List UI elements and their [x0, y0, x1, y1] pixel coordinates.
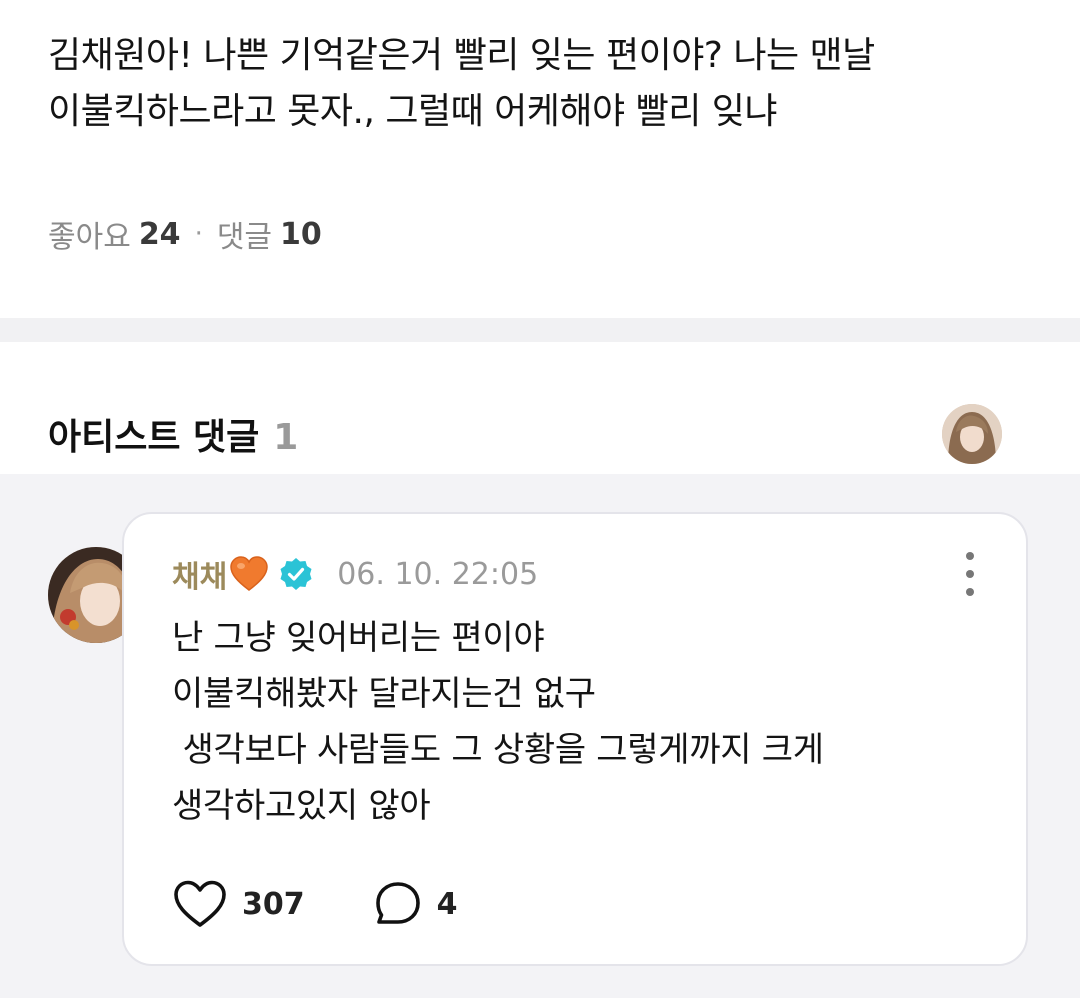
like-count: 307	[242, 886, 305, 922]
heart-outline-icon	[174, 880, 226, 927]
comment-meta: 채채 06. 10. 22:05	[172, 550, 538, 598]
verified-badge-icon	[280, 558, 312, 590]
artist-comments-title-text: 아티스트 댓글	[48, 417, 260, 458]
section-divider	[0, 318, 1080, 342]
reply-button[interactable]: 4	[373, 879, 458, 929]
more-options-button[interactable]	[958, 552, 982, 596]
orange-heart-icon	[230, 556, 268, 591]
post-body: 김채원아! 나쁜 기억같은거 빨리 잊는 편이야? 나는 맨날 이불킥하느라고 …	[48, 35, 875, 132]
artist-avatar-image	[942, 404, 1002, 464]
comment-author-name[interactable]: 채채	[172, 552, 227, 596]
reply-count: 4	[436, 886, 458, 922]
comment-text: 난 그냥 잊어버리는 편이야 이불킥해봤자 달라지는건 없구 생각보다 사람들도…	[172, 618, 824, 826]
likes-count[interactable]: 24	[139, 217, 181, 252]
comments-count[interactable]: 10	[280, 217, 322, 252]
likes-label[interactable]: 좋아요	[48, 212, 131, 256]
post-stats: 좋아요 24 · 댓글 10	[48, 212, 322, 256]
artist-comments-title: 아티스트 댓글 1	[48, 408, 298, 460]
like-button[interactable]: 307	[172, 879, 305, 929]
comment-timestamp: 06. 10. 22:05	[337, 556, 539, 592]
more-dot-icon	[966, 588, 974, 596]
comments-label[interactable]: 댓글	[217, 212, 272, 256]
post-section: 김채원아! 나쁜 기억같은거 빨리 잊는 편이야? 나는 맨날 이불킥하느라고 …	[0, 0, 1080, 318]
stats-separator: ·	[194, 219, 203, 249]
comment-actions: 307 4	[172, 876, 458, 932]
more-dot-icon	[966, 570, 974, 578]
artist-avatar[interactable]	[942, 404, 1002, 464]
more-dot-icon	[966, 552, 974, 560]
artist-comments-count: 1	[273, 417, 299, 458]
comment-card: 채채 06. 10. 22:05 난 그냥 잊어버리는 편이야 이불킥해봤자 달…	[122, 512, 1028, 966]
comment-bubble-icon	[375, 882, 420, 924]
